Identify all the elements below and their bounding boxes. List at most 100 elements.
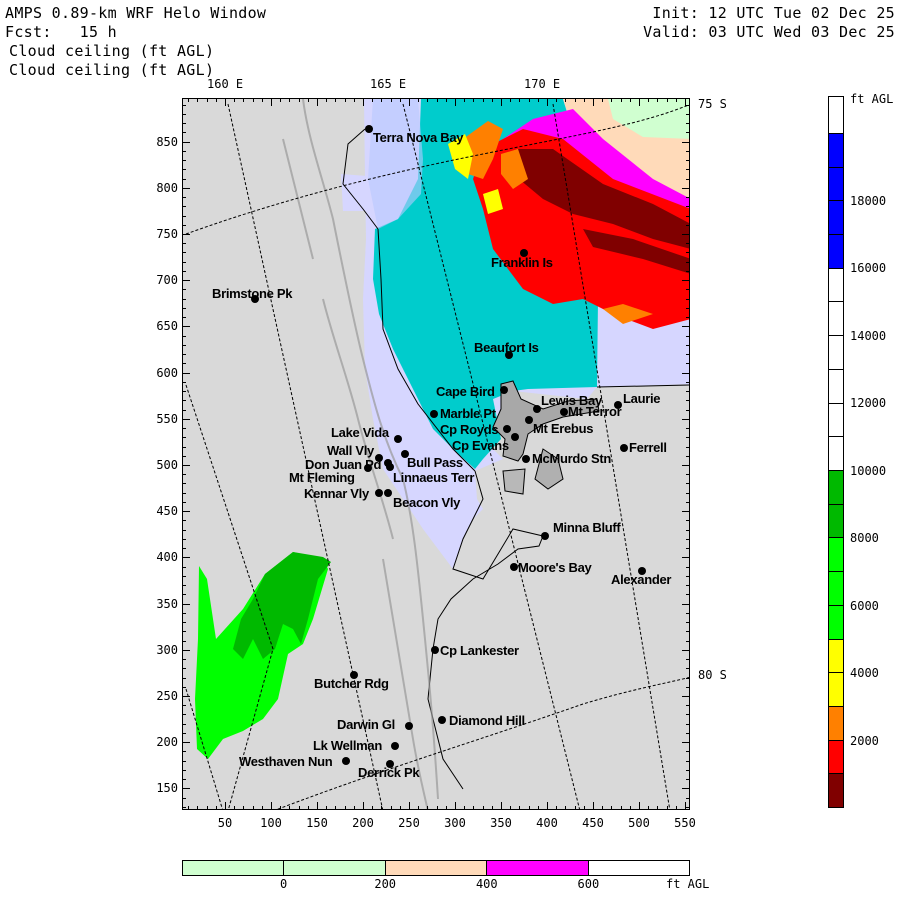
- x-tick: [353, 98, 355, 102]
- x-tick: [482, 806, 484, 810]
- y-tick: [686, 354, 690, 356]
- station-marker: [405, 722, 413, 730]
- y-tick: [182, 714, 186, 716]
- station-marker: [510, 563, 518, 571]
- y-tick: [686, 317, 690, 319]
- y-tick: [682, 788, 690, 790]
- ceiling-colorbar: [828, 96, 844, 808]
- y-tick: [686, 622, 690, 624]
- y-tick: [182, 335, 186, 337]
- station-label: Darwin Gl: [337, 717, 395, 732]
- x-tick: [602, 98, 604, 102]
- lat-label-75s: 75 S: [698, 97, 727, 111]
- x-tick: [675, 806, 677, 810]
- y-tick: [182, 381, 186, 383]
- y-tick: [686, 751, 690, 753]
- x-tick: [280, 806, 282, 810]
- colorbar-cell: [829, 97, 843, 134]
- y-tick: [682, 742, 690, 744]
- y-tick: [182, 529, 186, 531]
- x-tick: [307, 806, 309, 810]
- x-tick: [510, 98, 512, 102]
- x-tick: [657, 98, 659, 102]
- colorbar-cell: [829, 167, 843, 202]
- y-tick: [686, 797, 690, 799]
- y-tick: [182, 234, 190, 235]
- y-tick: [182, 640, 186, 642]
- low-colorbar-cell: [183, 861, 285, 875]
- station-label: Laurie: [623, 391, 661, 406]
- y-tick: [182, 280, 190, 282]
- y-tick: [182, 779, 186, 781]
- y-tick: [182, 455, 186, 457]
- y-tick: [182, 585, 186, 587]
- station-label: Alexander: [611, 572, 672, 587]
- station-marker: [525, 416, 533, 424]
- y-tick: [182, 538, 186, 540]
- x-tick-label: 250: [398, 816, 420, 830]
- x-tick: [418, 98, 420, 102]
- y-tick: [686, 538, 690, 540]
- y-tick: [686, 391, 690, 393]
- y-tick: [682, 418, 690, 420]
- station-marker: [533, 405, 541, 413]
- colorbar-cell: [829, 706, 843, 741]
- y-tick: [686, 307, 690, 309]
- low-colorbar-label: 400: [475, 877, 498, 891]
- y-tick: [182, 760, 186, 762]
- y-tick: [182, 603, 190, 605]
- field-label-1: Cloud ceiling (ft AGL): [9, 42, 215, 60]
- y-tick: [686, 640, 690, 642]
- x-tick: [473, 98, 475, 102]
- y-tick: [686, 779, 690, 781]
- y-tick: [182, 483, 186, 485]
- station-marker: [375, 489, 383, 497]
- colorbar-label: 16000: [850, 261, 887, 275]
- field-label-2: Cloud ceiling (ft AGL): [9, 61, 215, 79]
- y-tick: [182, 400, 186, 402]
- colorbar-label: 4000: [850, 666, 879, 680]
- y-tick: [686, 298, 690, 300]
- y-tick: [686, 732, 690, 734]
- station-label: Beacon Vly: [393, 495, 461, 510]
- x-tick-label: 450: [582, 816, 604, 830]
- x-tick: [574, 98, 576, 102]
- x-tick: [409, 802, 410, 810]
- y-tick: [182, 169, 186, 171]
- y-tick: [182, 557, 190, 559]
- y-tick: [182, 372, 190, 374]
- y-tick: [682, 603, 690, 605]
- y-tick: [182, 751, 186, 753]
- y-tick: [182, 132, 186, 134]
- x-tick: [289, 98, 291, 102]
- x-tick: [197, 806, 199, 810]
- y-tick: [182, 659, 186, 661]
- y-tick-label: 750: [156, 227, 178, 241]
- x-tick-label: 200: [352, 816, 374, 830]
- forecast-hour: Fcst: 15 h: [5, 23, 117, 41]
- station-marker: [365, 125, 373, 133]
- station-marker: [614, 401, 622, 409]
- colorbar-cell: [829, 673, 843, 707]
- station-marker: [364, 464, 372, 472]
- y-tick: [182, 224, 186, 226]
- x-tick: [455, 98, 456, 106]
- y-tick: [182, 344, 186, 346]
- low-colorbar-label: 200: [374, 877, 397, 891]
- colorbar-cell: [829, 403, 843, 438]
- x-tick: [317, 802, 318, 810]
- y-tick: [182, 317, 186, 319]
- y-tick: [182, 197, 186, 199]
- y-tick: [182, 520, 186, 522]
- x-tick: [565, 806, 567, 810]
- station-marker: [431, 646, 439, 654]
- y-tick: [182, 548, 186, 550]
- x-tick: [464, 98, 466, 102]
- x-tick: [252, 98, 254, 102]
- y-tick: [182, 418, 190, 420]
- y-tick: [686, 197, 690, 199]
- y-tick: [686, 215, 690, 217]
- y-tick: [182, 326, 190, 328]
- x-tick: [326, 806, 328, 810]
- x-tick: [298, 806, 300, 810]
